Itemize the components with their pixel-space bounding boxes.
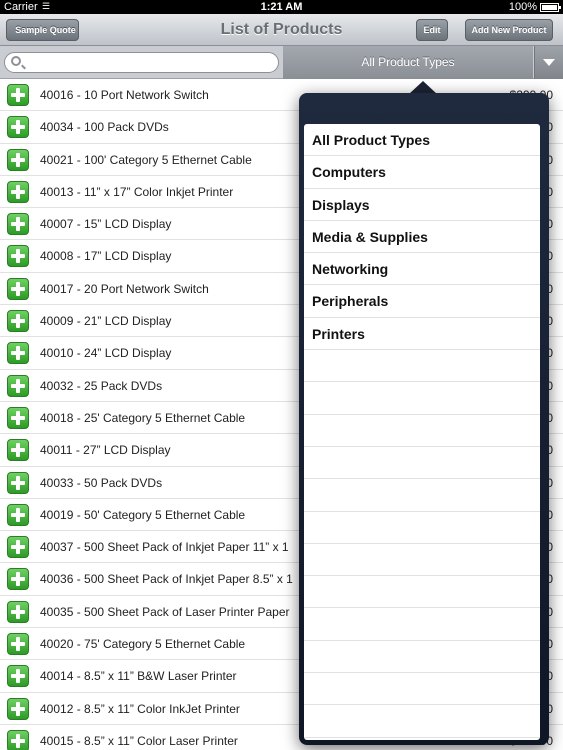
search-icon (11, 56, 21, 66)
product-label: 40016 - 10 Port Network Switch (40, 88, 209, 102)
add-product-icon[interactable] (7, 180, 29, 203)
product-label: 40011 - 27” LCD Display (40, 443, 171, 458)
empty-option-row (304, 350, 540, 383)
product-label: 40009 - 21” LCD Display (40, 314, 172, 329)
empty-option-row (304, 382, 540, 415)
empty-option-row (304, 447, 540, 480)
add-product-icon[interactable] (7, 600, 29, 623)
product-label: 40014 - 8.5” x 11” B&W Laser Printer (40, 669, 237, 684)
product-label: 40035 - 500 Sheet Pack of Laser Printer … (40, 604, 290, 619)
product-label: 40015 - 8.5” x 11” Color Laser Printer (40, 733, 238, 748)
product-label: 40018 - 25' Category 5 Ethernet Cable (40, 410, 246, 425)
empty-option-row (304, 641, 540, 674)
product-type-options: All Product Types Computers Displays Media … (304, 124, 540, 740)
add-product-icon[interactable] (7, 568, 29, 591)
add-product-icon[interactable] (7, 116, 29, 139)
search-input[interactable] (27, 55, 272, 70)
product-type-option[interactable]: Computers (304, 156, 540, 189)
product-type-option[interactable]: Displays (304, 189, 540, 221)
add-product-icon[interactable] (7, 342, 29, 365)
add-product-icon[interactable] (7, 536, 29, 559)
empty-option-row (304, 673, 540, 706)
product-label: 40034 - 100 Pack DVDs (40, 120, 169, 135)
product-label: 40013 - 11” x 17” Color Inkjet Printer (40, 184, 234, 199)
product-label: 40010 - 24” LCD Display (40, 346, 172, 361)
empty-option-row (304, 415, 540, 447)
product-type-option[interactable]: Peripherals (304, 285, 540, 318)
add-product-icon[interactable] (7, 213, 29, 236)
empty-option-row (304, 512, 540, 544)
product-label: 40007 - 15” LCD Display (40, 217, 172, 232)
edit-button[interactable]: Edit (416, 19, 448, 41)
add-product-icon[interactable] (7, 439, 29, 462)
product-label: 40019 - 50' Category 5 Ethernet Cable (40, 507, 246, 522)
add-product-icon[interactable] (7, 374, 29, 397)
empty-option-row (304, 705, 540, 738)
filter-bar: All Product Types (0, 46, 563, 79)
add-product-icon[interactable] (7, 148, 29, 171)
product-label: 40021 - 100' Category 5 Ethernet Cable (40, 152, 252, 167)
add-product-icon[interactable] (7, 406, 29, 429)
add-product-icon[interactable] (7, 503, 29, 526)
search-box[interactable] (4, 52, 279, 73)
product-label: 40020 - 75' Category 5 Ethernet Cable (40, 637, 246, 652)
empty-option-row (304, 544, 540, 577)
battery-percent: 100% (508, 1, 537, 13)
product-label: 40032 - 25 Pack DVDs (40, 378, 163, 393)
product-label: 40017 - 20 Port Network Switch (40, 281, 209, 296)
add-product-icon[interactable] (7, 310, 29, 333)
add-product-icon[interactable] (7, 697, 29, 720)
clock: 1:21 AM (260, 1, 303, 13)
product-type-popover: All Product Types Computers Displays Media … (299, 93, 549, 745)
product-label: 40008 - 17” LCD Display (40, 249, 172, 264)
add-product-icon[interactable] (7, 84, 29, 106)
product-label: 40012 - 8.5” x 11” Color InkJet Printer (40, 701, 240, 716)
navigation-bar: Sample Quote List of Products Edit Add N… (0, 14, 563, 46)
product-label: 40036 - 500 Sheet Pack of Inkjet Paper 8… (40, 572, 293, 587)
battery-icon (540, 3, 561, 12)
product-type-dropdown-button[interactable] (534, 46, 563, 79)
product-type-selector[interactable]: All Product Types (283, 46, 533, 79)
product-type-option[interactable]: Networking (304, 253, 540, 286)
chevron-down-icon (543, 59, 555, 66)
product-type-option[interactable]: Media & Supplies (304, 221, 540, 254)
product-label: 40037 - 500 Sheet Pack of Inkjet Paper 1… (40, 540, 289, 555)
product-type-option[interactable]: All Product Types (304, 124, 540, 157)
add-product-icon[interactable] (7, 471, 29, 494)
status-bar: Carrier ☰ 1:21 AM 100% (0, 0, 563, 14)
add-product-icon[interactable] (7, 633, 29, 656)
add-product-icon[interactable] (7, 277, 29, 300)
add-product-icon[interactable] (7, 665, 29, 688)
product-label: 40033 - 50 Pack DVDs (40, 475, 163, 490)
empty-option-row (304, 479, 540, 512)
add-new-product-button[interactable]: Add New Product (465, 19, 553, 41)
empty-option-row (304, 576, 540, 609)
product-type-option[interactable]: Printers (304, 318, 540, 351)
empty-option-row (304, 608, 540, 641)
add-product-icon[interactable] (7, 729, 29, 750)
add-product-icon[interactable] (7, 245, 29, 268)
